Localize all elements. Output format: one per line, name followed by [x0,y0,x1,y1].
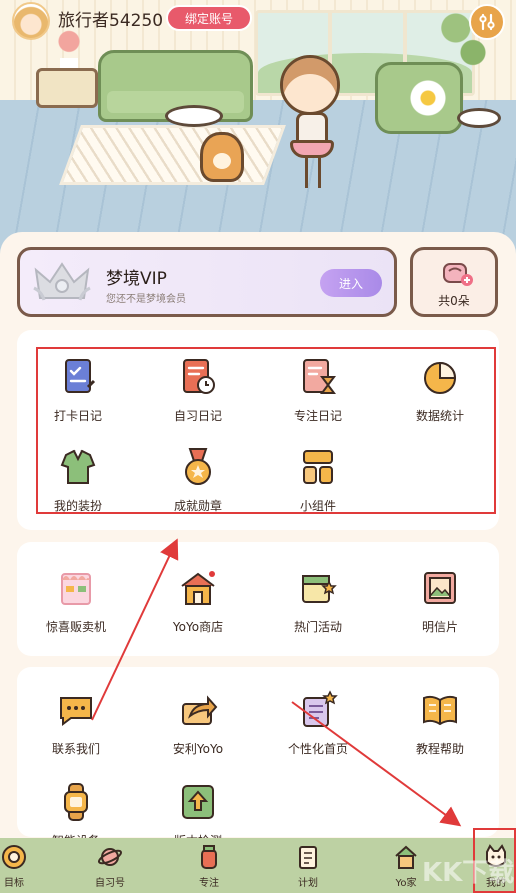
tuning-icon [479,13,495,31]
medal-icon [185,448,211,485]
grid-item-widgets[interactable]: 小组件 [258,447,378,514]
bind-account-button[interactable]: 绑定账号 [166,5,252,31]
avatar[interactable] [12,2,50,40]
character-head[interactable] [280,55,340,115]
customize-icon [303,690,338,727]
vip-subtitle: 您还不是梦境会员 [106,294,186,305]
pie-chart-icon [424,361,457,394]
grid-item-study-diary[interactable]: 自习日记 [138,357,258,424]
grid-item-label: 小组件 [299,499,336,513]
nav-item-plan[interactable]: 计划 [278,844,338,889]
grid-item-recommend-yoyo[interactable]: 安利YoYo [138,690,258,757]
grid-item-label: 热门活动 [293,620,342,634]
character-skirt [290,140,334,158]
settings-button[interactable] [469,4,505,40]
grid-item-label: 数据统计 [415,409,464,423]
plan-notebook-icon [299,846,317,869]
vip-enter-button[interactable]: 进入 [320,269,382,297]
character-legs [305,158,321,188]
chat-bubble-icon [60,697,92,726]
grid-item-label: 安利YoYo [172,742,224,756]
grid-item-label: 打卡日记 [53,409,102,423]
crown-icon [33,262,91,301]
nav-label: 自习号 [95,878,125,889]
grid-item-achievements[interactable]: 成就勋章 [138,447,258,514]
postcard-icon [424,572,456,604]
grid-item-checkin-diary[interactable]: 打卡日记 [18,357,138,424]
grid-item-personalize-home[interactable]: 个性化首页 [258,690,378,757]
grid-item-label: 自习日记 [173,409,222,423]
grid-item-yoyo-shop[interactable]: YoYo商店 [138,568,258,635]
grid-item-label: 惊喜贩卖机 [45,620,106,634]
shop-house-icon [181,571,215,605]
focus-jar-icon [201,845,217,869]
clipboard-check-icon [65,359,96,393]
grid-item-tutorial-help[interactable]: 教程帮助 [380,690,500,757]
grid-item-contact-us[interactable]: 联系我们 [16,690,136,757]
grid-item-my-outfit[interactable]: 我的装扮 [18,447,138,514]
nav-label: 目标 [4,878,24,889]
coffee-table [165,105,223,127]
grid-item-label: 专注日记 [293,409,342,423]
shiba-dog[interactable] [200,132,244,182]
grid-item-surprise-vending[interactable]: 惊喜贩卖机 [16,568,136,635]
flower-count: 共0朵 [438,294,470,308]
grid-item-label: 我的装扮 [53,499,102,513]
rug [59,125,286,185]
home-icon [395,845,417,869]
grid-item-label: YoYo商店 [172,620,224,634]
room-scene[interactable] [0,0,516,260]
flower-gift-icon [443,263,473,286]
nav-label: 计划 [298,878,318,889]
grid-item-label: 教程帮助 [415,742,464,756]
grid-item-postcard[interactable]: 明信片 [380,568,500,635]
vip-card[interactable]: 梦境VIP 您还不是梦境会员 进入 [17,247,397,317]
share-arrow-icon [182,695,218,725]
grid-item-focus-diary[interactable]: 专注日记 [258,357,378,424]
grid-item-hot-events[interactable]: 热门活动 [258,568,378,635]
grid-item-label: 联系我们 [51,742,100,756]
target-icon [2,845,26,869]
nav-item-target[interactable]: 目标 [0,844,44,889]
potted-flower [55,30,83,68]
nav-item-focus[interactable]: 专注 [179,844,239,889]
side-table [457,108,501,128]
username: 旅行者54250 [58,11,164,31]
upgrade-arrow-icon [182,785,214,819]
nav-label: 专注 [199,878,219,889]
open-book-icon [423,695,457,726]
hourglass-book-icon [303,359,336,394]
vending-machine-icon [61,573,91,605]
plant-table [36,68,98,108]
watermark: KK下载 [422,858,515,888]
vip-title: 梦境VIP [106,269,167,289]
flower-card[interactable]: 共0朵 [410,247,498,317]
grid-item-label: 成就勋章 [173,499,222,513]
flower-cushion [410,80,446,116]
grid-item-data-stats[interactable]: 数据统计 [380,357,500,424]
smartwatch-icon [64,783,88,821]
nav-item-study-room[interactable]: 自习号 [80,844,140,889]
shirt-icon [60,449,96,484]
calendar-star-icon [302,575,337,603]
widget-icon [303,450,333,484]
grid-item-label: 个性化首页 [287,742,348,756]
planet-icon [97,848,123,866]
grid-item-label: 明信片 [421,620,458,634]
book-clock-icon [183,359,215,394]
